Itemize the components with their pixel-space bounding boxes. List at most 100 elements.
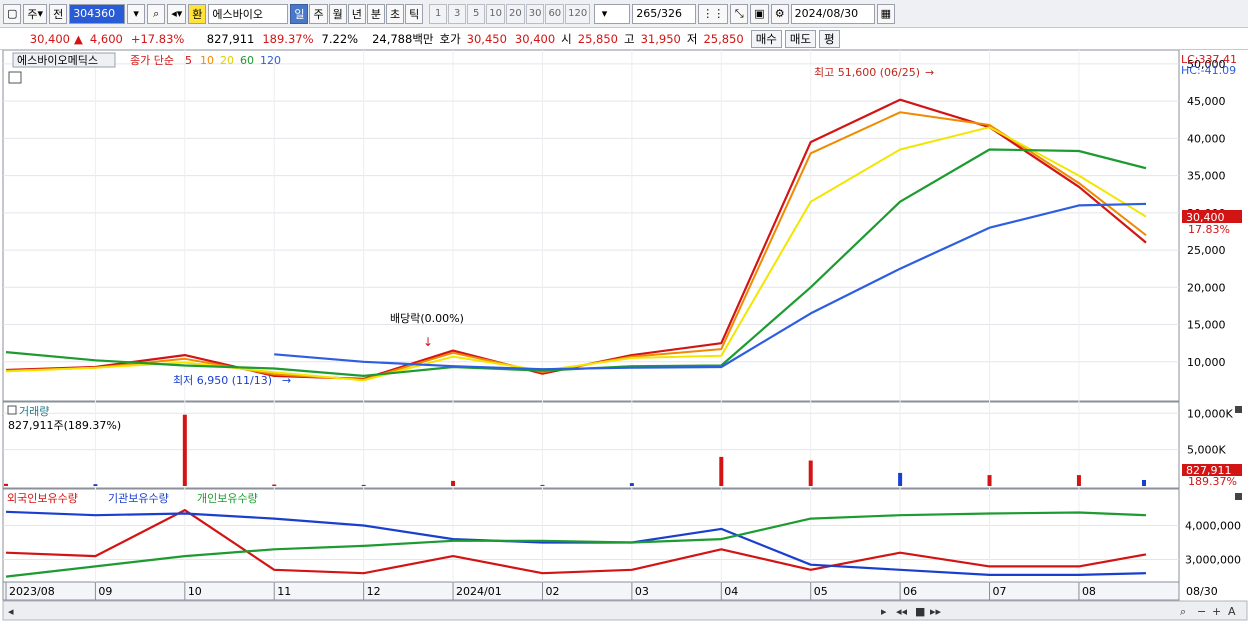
turnover-rate: 7.22%	[321, 31, 359, 46]
open-label: 시	[561, 31, 572, 46]
price-change: 4,600	[89, 31, 123, 46]
stock-code-input[interactable]: 304360	[69, 3, 126, 24]
prev-button[interactable]: 전	[49, 3, 68, 24]
price-tick-label: 20,000	[1187, 281, 1226, 294]
price-change-pct: +17.83%	[130, 31, 185, 46]
ma-legend-20: 20	[220, 54, 234, 67]
low-arrow-icon: →	[282, 374, 291, 387]
speaker-icon[interactable]: ◂▾	[167, 3, 187, 24]
scroll-left-icon[interactable]: ◂	[8, 605, 14, 618]
interval-button-1[interactable]: 1	[429, 3, 448, 24]
x-axis-label: 07	[993, 585, 1007, 598]
period-button-4[interactable]: 분	[366, 3, 385, 24]
volume-bar	[182, 414, 187, 486]
bid-price-2: 30,400	[514, 31, 556, 46]
ma-legend-10: 10	[200, 54, 214, 67]
volume-bar	[898, 472, 903, 486]
period-group: 일주월년분초틱	[290, 3, 424, 24]
interval-button-120[interactable]: 120	[565, 3, 591, 24]
volume-bar	[451, 480, 456, 486]
ma-legend-5: 5	[185, 54, 192, 67]
bid-label: 호가	[439, 31, 461, 46]
sell-button[interactable]: 매도	[784, 29, 817, 48]
bid-price-1: 30,450	[466, 31, 507, 46]
window-icon[interactable]: ▢	[3, 3, 22, 24]
volume-bar	[272, 484, 277, 486]
period-button-3[interactable]: 년	[347, 3, 366, 24]
interval-button-5[interactable]: 5	[467, 3, 486, 24]
chart-frame	[2, 50, 1248, 621]
toolbar: ▢ 주 ▾ 전 304360 ▾ ⌕ ◂▾ 환 에스바이오 일주월년분초틱 135…	[0, 0, 1248, 28]
table-toggle-icon[interactable]	[8, 71, 22, 84]
calendar-icon[interactable]: ▦	[876, 3, 896, 24]
volume-bar	[93, 484, 98, 486]
zoom-in-icon[interactable]: +	[1212, 605, 1221, 618]
gear-icon[interactable]: ⚙	[770, 3, 789, 24]
volume-bar	[987, 475, 992, 486]
search-icon[interactable]: ⌕	[147, 3, 166, 24]
up-triangle-icon: ▲	[74, 31, 83, 46]
x-axis-label: 06	[903, 585, 917, 598]
date-field[interactable]: 2024/08/30	[790, 3, 875, 24]
interval-button-3[interactable]: 3	[448, 3, 467, 24]
period-button-6[interactable]: 틱	[405, 3, 424, 24]
period-button-5[interactable]: 초	[385, 3, 405, 24]
price-tick-label: 10,000	[1187, 356, 1226, 369]
zoom-icon[interactable]: ⌕	[1180, 605, 1186, 618]
volume-bar	[1076, 475, 1081, 486]
rewind-icon[interactable]: ◂◂	[896, 605, 908, 618]
price-tick-label: 15,000	[1187, 319, 1226, 332]
period-button-2[interactable]: 월	[328, 3, 347, 24]
eval-button[interactable]: 평	[819, 29, 840, 48]
volume-bar	[4, 483, 8, 486]
interval-button-20[interactable]: 20	[505, 3, 525, 24]
volume-panel-icon[interactable]	[7, 405, 17, 415]
holdings-close-icon[interactable]	[1235, 493, 1242, 500]
crosshair-icon[interactable]: ⤡	[730, 3, 749, 24]
period-button-0[interactable]: 일	[290, 3, 309, 24]
x-axis-last-date: 08/30	[1186, 585, 1218, 598]
volume-close-icon[interactable]	[1235, 406, 1242, 413]
volume-bar	[540, 484, 545, 486]
code-dropdown-icon[interactable]: ▾	[127, 3, 146, 24]
low-price: 25,850	[703, 31, 744, 46]
price-tick-label: 45,000	[1187, 95, 1226, 108]
interval-button-60[interactable]: 60	[545, 3, 565, 24]
trade-amount: 24,788백만	[372, 31, 434, 46]
high-annotation: 최고 51,600 (06/25)	[814, 66, 920, 79]
last-change-label: 17.83%	[1188, 223, 1230, 236]
forward-icon[interactable]: ▸▸	[930, 605, 942, 618]
low-label: 저	[686, 31, 698, 46]
stop-icon[interactable]: ■	[915, 605, 925, 618]
type-select[interactable]: 주 ▾	[23, 3, 48, 24]
count-field[interactable]: 265/326	[632, 3, 697, 24]
chart-canvas: 10,00015,00020,00025,00030,00035,00040,0…	[2, 50, 1248, 621]
high-price: 31,950	[640, 31, 681, 46]
holdings-tick-label: 4,000,000	[1185, 519, 1241, 532]
quote-bar: 30,400 ▲ 4,600 +17.83% 827,911 189.37% 7…	[0, 28, 1248, 50]
font-size-icon[interactable]: A	[1228, 605, 1236, 618]
interval-button-10[interactable]: 10	[486, 3, 505, 24]
grid-icon[interactable]: ⋮⋮	[698, 3, 729, 24]
type-label: 주	[27, 7, 38, 21]
ma-legend-60: 60	[240, 54, 254, 67]
x-axis-label: 03	[635, 585, 649, 598]
volume-tick-label: 5,000K	[1187, 444, 1226, 457]
volume-tick-label: 10,000K	[1187, 407, 1233, 420]
x-axis-label: 05	[814, 585, 828, 598]
scroll-right-icon[interactable]: ▸	[881, 605, 887, 618]
interval-button-30[interactable]: 30	[525, 3, 545, 24]
x-axis-label: 04	[724, 585, 738, 598]
x-axis-label: 09	[98, 585, 112, 598]
exchange-badge[interactable]: 환	[188, 3, 207, 24]
buy-button[interactable]: 매수	[750, 29, 782, 48]
x-axis-label: 11	[277, 585, 291, 598]
interval-dropdown[interactable]: ▾	[594, 3, 631, 24]
zoom-out-icon[interactable]: −	[1197, 605, 1206, 618]
save-icon[interactable]: ▣	[750, 3, 769, 24]
volume-current-label: 827,911주(189.37%)	[8, 419, 121, 432]
ma-legend-120: 120	[260, 54, 281, 67]
hc-label: HC:-41.09	[1181, 64, 1236, 77]
period-button-1[interactable]: 주	[309, 3, 328, 24]
price-tick-label: 25,000	[1187, 244, 1226, 257]
